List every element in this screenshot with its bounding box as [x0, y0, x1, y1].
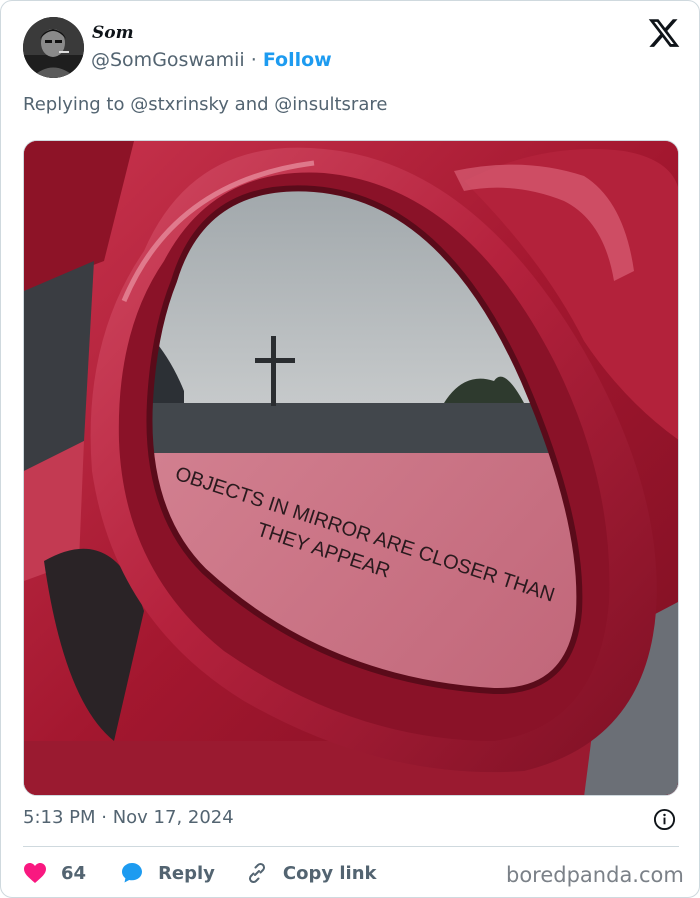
info-icon[interactable]	[653, 808, 676, 831]
follow-button[interactable]: Follow	[263, 49, 332, 71]
link-icon	[248, 862, 265, 884]
tweet-timestamp[interactable]: 5:13 PM · Nov 17, 2024	[23, 807, 234, 828]
speech-bubble-icon	[122, 863, 143, 883]
avatar-photo	[23, 17, 84, 78]
and-label: and	[234, 94, 269, 115]
mention-insultsrare[interactable]: @insultsrare	[274, 94, 387, 115]
tweet-card: Som @SomGoswamii · Follow Replying to @s…	[0, 0, 700, 898]
heart-icon	[24, 863, 46, 883]
user-handle[interactable]: @SomGoswamii	[91, 49, 245, 71]
action-bar: 64 Reply Copy link	[23, 858, 377, 888]
handle-row: @SomGoswamii · Follow	[91, 49, 332, 71]
mention-stxrinsky[interactable]: @stxrinsky	[130, 94, 229, 115]
divider	[23, 846, 679, 847]
replying-to-label: Replying to	[23, 94, 125, 115]
display-name[interactable]: Som	[92, 23, 134, 43]
copy-link-button[interactable]: Copy link	[245, 861, 377, 885]
reply-label: Reply	[158, 862, 215, 884]
reply-context: Replying to @stxrinsky and @insultsrare	[23, 94, 387, 115]
like-button[interactable]: 64	[23, 862, 86, 884]
x-logo-icon[interactable]	[647, 16, 681, 50]
separator-dot: ·	[250, 49, 257, 71]
like-count: 64	[61, 862, 87, 884]
reply-button[interactable]: Reply	[120, 861, 215, 885]
avatar[interactable]	[23, 17, 84, 78]
tweet-photo[interactable]: OBJECTS IN MIRROR ARE CLOSER THAN THEY A…	[23, 140, 679, 796]
copy-link-label: Copy link	[282, 862, 377, 884]
watermark: boredpanda.com	[506, 863, 684, 887]
